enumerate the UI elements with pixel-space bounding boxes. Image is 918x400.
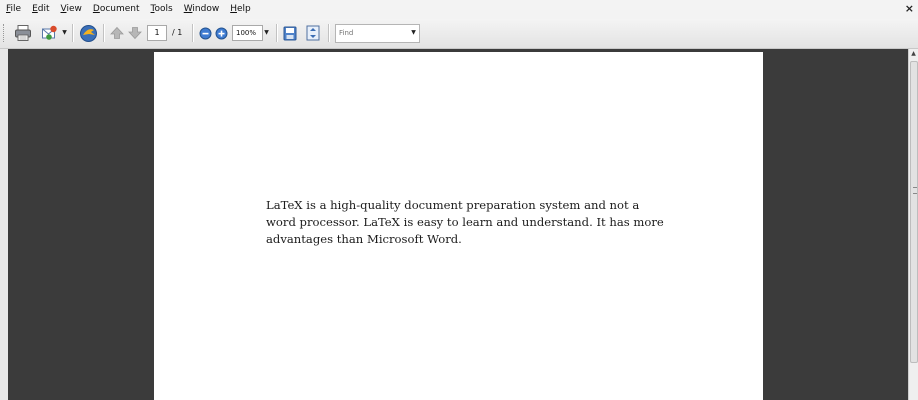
menu-help-label: elp bbox=[236, 4, 251, 14]
zoom-in-icon bbox=[215, 27, 227, 39]
find-dropdown-arrow[interactable]: ▼ bbox=[409, 25, 418, 41]
menu-help[interactable]: Help bbox=[224, 0, 256, 19]
document-page[interactable]: LaTeX is a high-quality document prepara… bbox=[154, 52, 763, 400]
page-total-label: / 1 bbox=[172, 28, 183, 37]
scroll-up-arrow[interactable]: ▲ bbox=[909, 49, 918, 59]
vertical-scrollbar[interactable]: ▲ bbox=[908, 49, 918, 400]
scrollbar-thumb[interactable] bbox=[910, 61, 918, 363]
zoom-dropdown-arrow[interactable]: ▼ bbox=[262, 25, 271, 41]
email-icon bbox=[42, 25, 57, 40]
pdf-viewer-window: File Edit View Document Tools Window Hel… bbox=[0, 0, 918, 400]
toolbar-separator bbox=[72, 24, 74, 42]
menu-window[interactable]: Window bbox=[178, 0, 225, 19]
menu-view-label: iew bbox=[66, 4, 82, 14]
menu-file[interactable]: File bbox=[0, 0, 26, 19]
close-document-button[interactable]: × bbox=[905, 2, 914, 15]
find-input[interactable] bbox=[335, 24, 420, 43]
scrollbar-grip bbox=[913, 187, 917, 194]
previous-page-button[interactable] bbox=[108, 23, 126, 43]
next-page-button[interactable] bbox=[126, 23, 144, 43]
fit-page-button[interactable] bbox=[304, 23, 322, 43]
export-button[interactable] bbox=[77, 23, 99, 43]
menu-file-label: ile bbox=[10, 4, 22, 14]
menu-bar: File Edit View Document Tools Window Hel… bbox=[0, 0, 918, 19]
document-body-text: LaTeX is a high-quality document prepara… bbox=[266, 198, 664, 246]
email-dropdown-arrow[interactable]: ▼ bbox=[60, 25, 69, 41]
menu-tools-label: ools bbox=[154, 4, 173, 14]
toolbar-separator bbox=[328, 24, 330, 42]
print-button[interactable] bbox=[12, 23, 34, 43]
menu-edit[interactable]: Edit bbox=[26, 0, 54, 19]
zoom-out-button[interactable] bbox=[197, 23, 213, 43]
menu-document-label: ocument bbox=[99, 4, 140, 14]
fit-page-icon bbox=[306, 25, 320, 41]
next-page-icon bbox=[128, 27, 142, 40]
toolbar-separator bbox=[192, 24, 194, 42]
email-button[interactable] bbox=[40, 23, 60, 43]
save-icon bbox=[283, 26, 297, 40]
menu-window-label: indow bbox=[192, 4, 220, 14]
document-workspace[interactable]: LaTeX is a high-quality document prepara… bbox=[0, 49, 918, 400]
toolbar-grip[interactable] bbox=[3, 24, 6, 42]
page-number-input[interactable]: 1 bbox=[147, 25, 167, 41]
export-icon bbox=[79, 24, 97, 42]
zoom-level-input[interactable]: 100% bbox=[232, 25, 263, 41]
print-icon bbox=[15, 25, 31, 41]
toolbar-separator bbox=[276, 24, 278, 42]
toolbar-separator bbox=[103, 24, 105, 42]
menu-tools[interactable]: Tools bbox=[145, 0, 178, 19]
menu-document-mnemonic: D bbox=[92, 4, 100, 14]
zoom-out-icon bbox=[199, 27, 211, 39]
save-button[interactable] bbox=[281, 23, 299, 43]
toolbar: ▼ 1 / 1 100% ▼ Find ▼ bbox=[0, 19, 918, 49]
menu-help-mnemonic: H bbox=[230, 4, 237, 14]
zoom-in-button[interactable] bbox=[213, 23, 229, 43]
menu-edit-label: dit bbox=[37, 4, 50, 14]
menu-view[interactable]: View bbox=[55, 0, 87, 19]
navigation-panel-edge[interactable] bbox=[0, 49, 8, 400]
previous-page-icon bbox=[110, 26, 124, 39]
menu-document[interactable]: Document bbox=[87, 0, 145, 19]
